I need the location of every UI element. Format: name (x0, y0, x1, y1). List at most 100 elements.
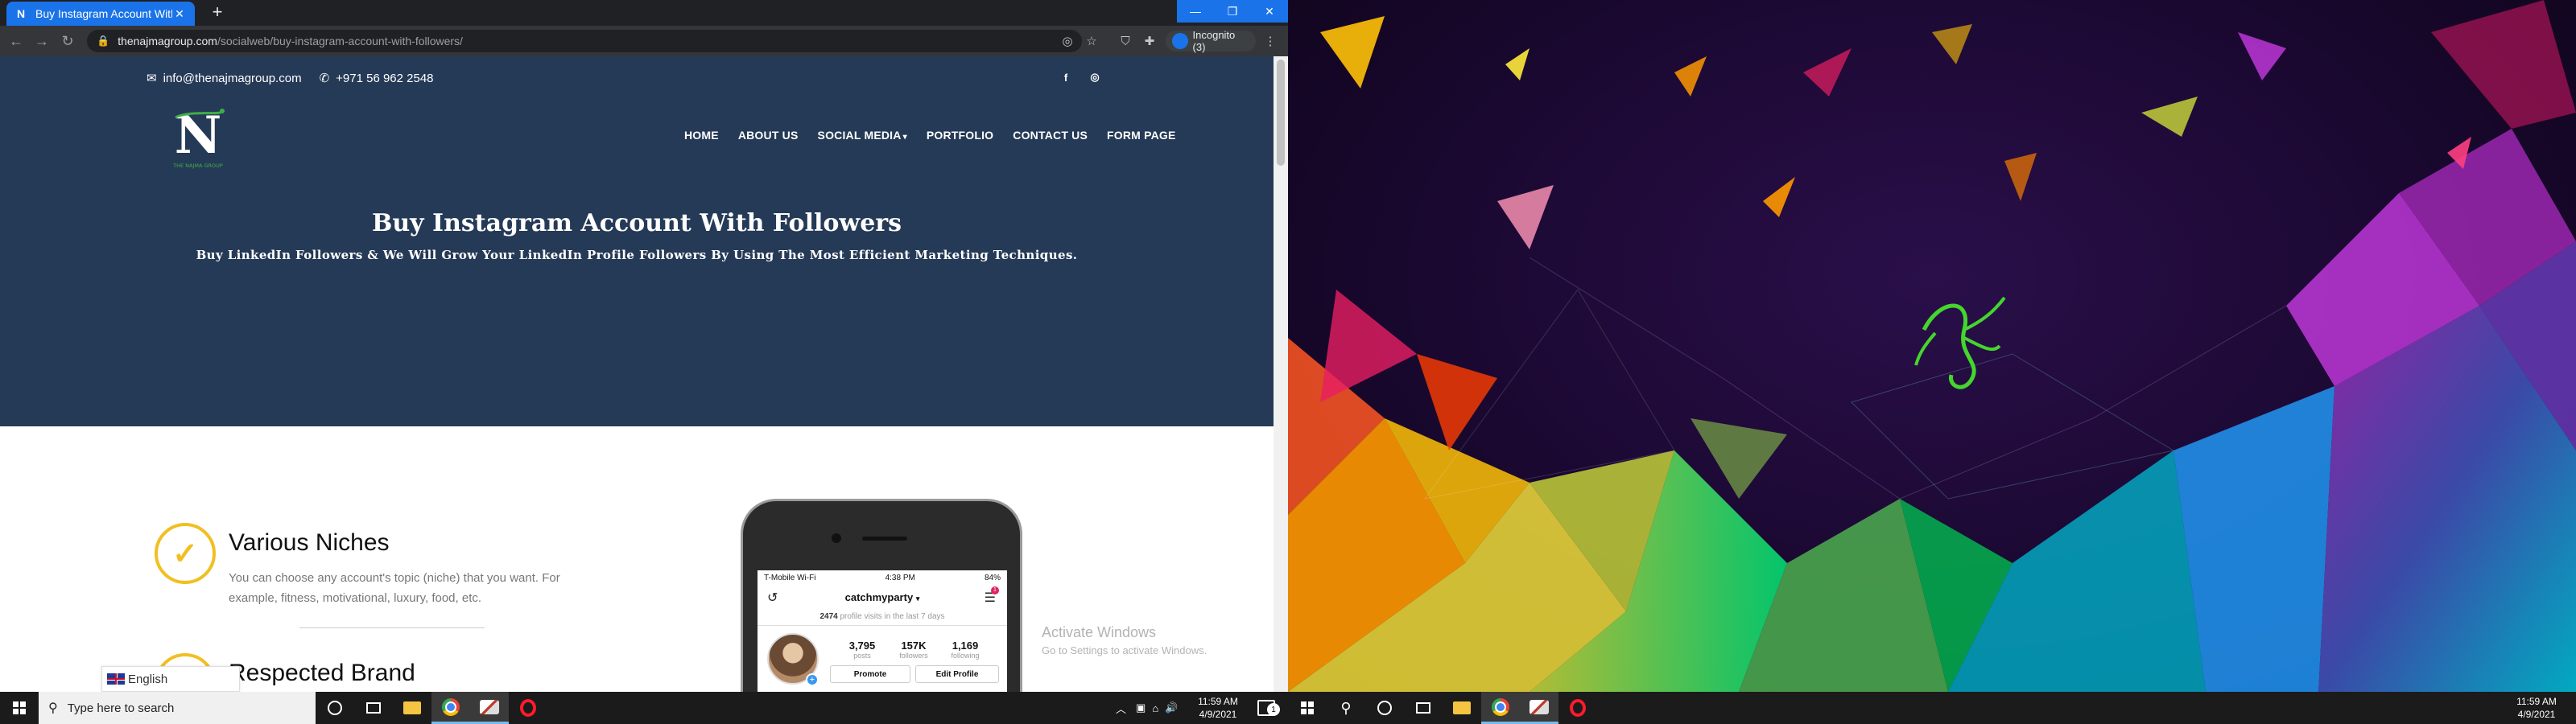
notification-badge: 1 (991, 586, 999, 594)
start-button-secondary[interactable] (1288, 692, 1327, 724)
phone-icon: ✆ (319, 72, 330, 85)
hero-title: Buy Instagram Account With Followers (372, 209, 902, 237)
lock-icon: 🔒 (97, 35, 110, 47)
browser-window: N Buy Instagram Account With Fol ✕ + — ❐… (0, 0, 1288, 692)
volume-icon[interactable]: 🔊 (1165, 701, 1178, 714)
contact-email[interactable]: info@thenajmagroup.com (163, 72, 302, 85)
taskbar-clock[interactable]: 11:59 AM 4/9/2021 (1182, 695, 1254, 721)
tracking-protection-icon[interactable]: ◎ (1059, 33, 1075, 49)
scrollbar-thumb[interactable] (1277, 60, 1285, 166)
close-window-icon[interactable]: ✕ (1251, 0, 1288, 23)
stat-posts: 3,795 posts (848, 640, 876, 660)
opera-icon (1570, 699, 1586, 717)
cortana-icon (1377, 701, 1392, 715)
reload-icon[interactable]: ↻ (58, 31, 77, 51)
tray-app-icon[interactable]: ▣ (1136, 701, 1146, 714)
instagram-icon[interactable]: ◎ (1087, 69, 1103, 85)
polygon-wallpaper-art (1288, 0, 2576, 692)
phone-mockup: T-Mobile Wi-Fi 4:38 PM 84% ↺ catchmypart… (741, 499, 1022, 692)
taskbar-search-placeholder: Type here to search (67, 701, 175, 715)
search-button[interactable]: ⚲ (1327, 692, 1365, 724)
notification-count-badge: 1 (1267, 703, 1280, 716)
file-explorer-button[interactable] (393, 692, 431, 724)
network-icon[interactable]: ⌂ (1152, 702, 1158, 714)
site-logo[interactable]: N THE NAJMA GROUP (164, 105, 232, 171)
snip-sketch-icon (1530, 699, 1549, 714)
tab-close-icon[interactable]: ✕ (172, 6, 187, 21)
system-tray: ︿ ▣ ⌂ 🔊 (1116, 692, 1178, 724)
snip-sketch-icon (480, 699, 499, 714)
cortana-icon (328, 701, 342, 715)
nav-social-media[interactable]: SOCIAL MEDIA ▾ (818, 129, 907, 142)
feature-title: Various Niches (229, 529, 390, 556)
cortana-button[interactable] (1365, 692, 1404, 724)
tab-active[interactable]: N Buy Instagram Account With Fol ✕ (6, 2, 195, 26)
taskbar-left: ⚲ Type here to search ︿ ▣ ⌂ 🔊 11:59 AM 4… (0, 692, 1288, 724)
browser-toolbar: ← → ↻ 🔒 thenajmagroup.com /socialweb/buy… (0, 26, 1288, 56)
new-tab-icon[interactable]: + (208, 3, 227, 23)
nav-home[interactable]: HOME (684, 129, 719, 142)
taskbar-search[interactable]: ⚲ Type here to search (39, 692, 316, 724)
envelope-icon: ✉ (147, 72, 157, 85)
search-icon: ⚲ (48, 701, 58, 715)
url-path: /socialweb/buy-instagram-account-with-fo… (217, 35, 463, 47)
bookmark-star-icon[interactable]: ☆ (1084, 33, 1100, 49)
shield-extension-icon[interactable]: ⛉ (1117, 33, 1133, 49)
folder-icon (1453, 701, 1471, 714)
snip-sketch-taskbar-button[interactable] (1520, 692, 1558, 724)
nav-about-us[interactable]: ABOUT US (738, 129, 799, 142)
contact-phone[interactable]: +971 56 962 2548 (336, 72, 433, 85)
task-view-button[interactable] (354, 692, 393, 724)
task-view-icon (1416, 702, 1430, 714)
file-explorer-button[interactable] (1443, 692, 1481, 724)
taskbar-clock-secondary[interactable]: 11:59 AM 4/9/2021 (2500, 695, 2573, 721)
start-button[interactable] (0, 692, 39, 724)
phone-speaker (862, 537, 907, 541)
web-page: ✉ info@thenajmagroup.com ✆ +971 56 962 2… (0, 56, 1274, 692)
incognito-indicator[interactable]: Incognito (3) (1166, 29, 1256, 53)
nav-portfolio[interactable]: PORTFOLIO (927, 129, 993, 142)
chrome-icon (1492, 697, 1509, 716)
promote-button: Promote (830, 665, 910, 683)
tray-chevron-up-icon[interactable]: ︿ (1116, 701, 1126, 716)
stat-followers: 157K followers (899, 640, 928, 660)
instagram-profile-screen: T-Mobile Wi-Fi 4:38 PM 84% ↺ catchmypart… (758, 570, 1007, 692)
feature-description: You can choose any account's topic (nich… (229, 571, 560, 605)
extensions-puzzle-icon[interactable]: ✚ (1141, 33, 1158, 49)
task-view-icon (366, 702, 381, 714)
incognito-avatar-icon (1172, 33, 1188, 49)
opera-taskbar-button[interactable] (509, 692, 547, 724)
nav-contact-us[interactable]: CONTACT US (1013, 129, 1088, 142)
menu-kebab-icon[interactable]: ⋮ (1262, 33, 1278, 49)
main-nav: HOME ABOUT US SOCIAL MEDIA ▾ PORTFOLIO CO… (684, 129, 1176, 142)
feature-divider (299, 627, 485, 628)
razer-snake-logo (1914, 296, 2006, 389)
back-icon[interactable]: ← (6, 31, 26, 51)
chrome-icon (442, 697, 460, 716)
url-host: thenajmagroup.com (118, 35, 217, 47)
phone-status-bar: T-Mobile Wi-Fi 4:38 PM 84% (764, 574, 1001, 582)
opera-taskbar-button[interactable] (1558, 692, 1597, 724)
cortana-button[interactable] (316, 692, 354, 724)
snip-sketch-taskbar-button[interactable] (470, 692, 509, 724)
restore-icon[interactable]: ❐ (1214, 0, 1251, 23)
language-label: English (128, 672, 168, 686)
opera-icon (520, 699, 536, 717)
taskbar-right: ⚲ 11:59 AM 4/9/2021 (1288, 692, 2576, 724)
site-favicon-icon: N (16, 7, 26, 20)
instagram-username: catchmyparty ▾ (844, 591, 920, 603)
minimize-icon[interactable]: — (1177, 0, 1214, 23)
language-selector[interactable]: English (101, 666, 240, 692)
facebook-icon[interactable]: f (1058, 69, 1074, 85)
chrome-taskbar-button[interactable] (1481, 692, 1520, 724)
chrome-taskbar-button[interactable] (431, 692, 470, 724)
nav-form-page[interactable]: FORM PAGE (1107, 129, 1176, 142)
phone-camera (832, 533, 841, 543)
page-scrollbar[interactable] (1274, 56, 1288, 692)
address-bar[interactable]: 🔒 thenajmagroup.com /socialweb/buy-insta… (87, 30, 1082, 52)
feature-title: Respected Brand (229, 660, 415, 686)
forward-icon[interactable]: → (32, 31, 52, 51)
activate-windows-watermark: Activate Windows Go to Settings to activ… (1042, 624, 1208, 656)
task-view-button[interactable] (1404, 692, 1443, 724)
stat-following: 1,169 following (951, 640, 980, 660)
